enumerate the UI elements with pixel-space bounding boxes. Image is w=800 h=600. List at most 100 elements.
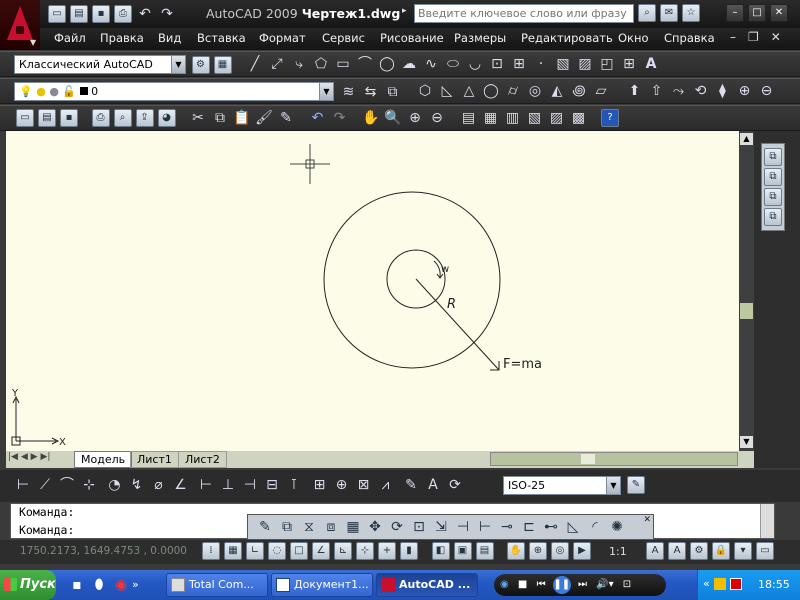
union-icon[interactable]: ⊕ [736,82,754,100]
workspace-select[interactable]: Классический AutoCAD ▼ [14,55,186,74]
array-icon[interactable]: ▦ [344,518,362,536]
revcloud-icon[interactable]: ☁ [400,55,418,73]
circle-icon[interactable]: ◯ [378,55,396,73]
horizontal-scrollbar[interactable] [490,452,738,466]
hatch-icon[interactable]: ▧ [554,55,572,73]
help-icon[interactable]: ? [601,109,619,127]
line-icon[interactable]: ╱ [246,55,264,73]
table-icon[interactable]: ⊞ [620,55,638,73]
menu-draw[interactable]: Рисование [380,31,444,45]
menu-view[interactable]: Вид [158,31,181,45]
rotate-icon[interactable]: ⟳ [388,518,406,536]
undo-icon[interactable]: ↶ [136,5,154,23]
last-tab-icon[interactable]: ▶| [40,452,50,462]
scroll-down-icon[interactable]: ▼ [740,436,753,448]
sweep-icon[interactable]: ⤳ [670,82,688,100]
diameter-icon[interactable]: ⌀ [150,476,168,494]
join-icon[interactable]: ⊷ [542,518,560,536]
dim-edit-icon[interactable]: ✎ [402,476,420,494]
dim-space-icon[interactable]: ⊟ [263,476,281,494]
lock-status-icon[interactable]: 🔒 [712,542,730,560]
antivirus-tray-icon[interactable] [730,578,742,590]
layer-manager-icon[interactable]: ≋ [340,83,358,101]
ducs-icon[interactable]: ⊾ [334,542,352,560]
linear-dim-icon[interactable]: ⊢ [14,476,32,494]
ortho-icon[interactable]: ∟ [246,542,264,560]
maximize-icon[interactable]: □ [748,4,766,22]
menu-insert[interactable]: Вставка [197,31,246,45]
vertical-scrollbar[interactable]: ▲ ▼ [739,131,754,451]
tab-model[interactable]: Модель [74,451,133,468]
model-space-icon[interactable]: ◧ [431,542,450,560]
move-icon[interactable]: ✥ [366,518,384,536]
scroll-thumb[interactable] [740,303,753,319]
dimstyle-select[interactable]: ISO-25 ▼ [503,476,621,495]
polyline-icon[interactable]: ⤷ [290,55,308,73]
copy-icon[interactable]: ⧉ [211,109,229,127]
restore-player-icon[interactable]: ⊡ [623,579,631,590]
doc-restore-icon[interactable]: ❐ [748,30,759,44]
new-icon[interactable]: ▭ [48,5,66,23]
hscroll-thumb[interactable] [581,454,595,464]
annotation-visibility-icon[interactable]: A [646,542,664,560]
menu-dimension[interactable]: Размеры [454,31,506,45]
break-icon[interactable]: ⊏ [520,518,538,536]
torus-icon[interactable]: ◎ [526,82,544,100]
cone-icon[interactable]: △ [460,82,478,100]
layout-icon[interactable]: ▣ [453,542,472,560]
pan-icon[interactable]: ✋ [362,109,380,127]
subtract-icon[interactable]: ⊖ [758,82,776,100]
dim-update-icon[interactable]: ⟳ [446,476,464,494]
save-quicklaunch-icon[interactable]: ▪ [68,576,86,594]
tolerance-icon[interactable]: ⊞ [311,476,329,494]
construction-line-icon[interactable]: ⤢ [268,55,286,73]
network-quicklaunch-icon[interactable]: ⬮ [90,576,108,594]
menu-help[interactable]: Справка [664,31,715,45]
markup-icon[interactable]: ▨ [548,109,566,127]
search-expand-icon[interactable]: ▸ [402,6,407,16]
menu-modify[interactable]: Редактировать [521,31,613,45]
menu-format[interactable]: Формат [259,31,306,45]
undo-tool-icon[interactable]: ↶ [309,109,327,127]
close-icon[interactable]: ✕ [770,4,788,22]
fillet-icon[interactable]: ◜ [586,518,604,536]
match-properties-icon[interactable]: 🖌 [255,109,273,127]
make-block-icon[interactable]: ⊞ [510,55,528,73]
rectangle-icon[interactable]: ▭ [334,55,352,73]
jogged-linear-icon[interactable]: ⩘ [377,476,395,494]
plot-icon[interactable]: ⎙ [91,109,110,127]
previous-icon[interactable]: ⏮ [537,579,546,590]
arc-icon[interactable]: ⌒ [356,55,374,73]
clean-screen-icon[interactable]: ▭ [756,542,774,560]
otrack-icon[interactable]: ∠ [312,542,330,560]
paste-icon[interactable]: 📋 [233,109,251,127]
explode-icon[interactable]: ✺ [608,518,626,536]
continue-icon[interactable]: ⊣ [241,476,259,494]
erase-icon[interactable]: ✎ [256,518,274,536]
bring-to-front-icon[interactable]: ⧉ [764,148,782,166]
favorites-star-icon[interactable]: ☆ [682,4,700,22]
helix-icon[interactable]: ꩜ [570,82,588,100]
doc-close-icon[interactable]: ✕ [771,30,781,44]
quick-dim-icon[interactable]: ⊢ [197,476,215,494]
block-editor-icon[interactable]: ✎ [277,109,295,127]
save-icon[interactable]: ▪ [92,5,110,23]
opera-icon[interactable]: ◉ [112,576,130,594]
next-icon[interactable]: ⏭ [578,579,587,590]
layer-select[interactable]: 💡 ● ● 🔓 0 ▼ [14,82,334,101]
properties-icon[interactable]: ▤ [460,109,478,127]
scroll-up-icon[interactable]: ▲ [740,133,753,145]
send-under-icon[interactable]: ⧉ [764,208,782,226]
scale-icon[interactable]: ⊡ [410,518,428,536]
3d-dwf-icon[interactable]: ◕ [157,109,176,127]
next-tab-icon[interactable]: ▶ [31,452,38,462]
ellipse-icon[interactable]: ⬭ [444,55,462,73]
dimstyle-manager-icon[interactable]: ✎ [627,476,645,494]
snap-icon[interactable]: ⁞ [202,542,220,560]
region-icon[interactable]: ◰ [598,55,616,73]
tray-expand-icon[interactable]: « [703,577,710,590]
extrude-icon[interactable]: ⬆ [626,82,644,100]
angular-icon[interactable]: ∠ [172,476,190,494]
zoom-realtime-icon[interactable]: 🔍 [384,109,402,127]
insert-block-icon[interactable]: ⊡ [488,55,506,73]
